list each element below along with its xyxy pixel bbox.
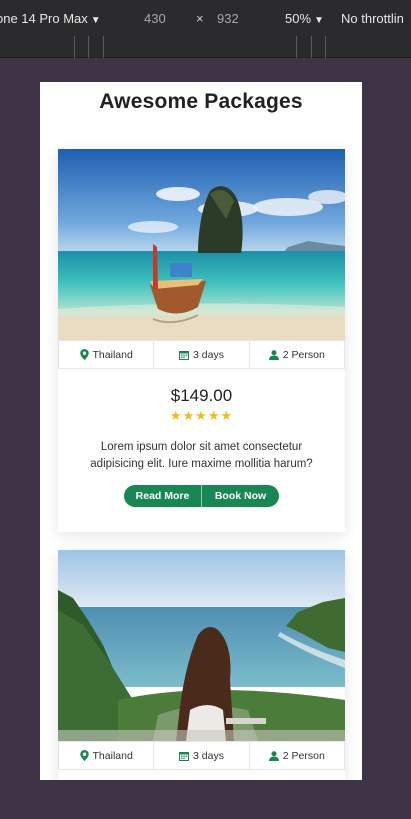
rating-stars: ★★★★★	[169, 409, 234, 424]
ruler-tick	[325, 36, 326, 58]
persons-label: 2 Person	[282, 749, 325, 762]
package-description: Lorem ipsum dolor sit amet consectetur a…	[90, 441, 313, 470]
user-icon	[268, 750, 279, 761]
ruler-tick	[103, 36, 104, 58]
package-image-boat-beach	[58, 149, 345, 340]
persons-label: 2 Person	[282, 348, 325, 361]
meta-persons: 2 Person	[250, 341, 344, 368]
duration-label: 3 days	[193, 348, 224, 361]
package-actions: Read More Book Now	[124, 485, 279, 507]
book-now-button[interactable]: Book Now	[202, 485, 279, 507]
meta-location: Thailand	[59, 742, 155, 769]
package-card: Thailand 3 days 2 Person $149.00 ★★★★★ L…	[58, 149, 345, 532]
viewport-width-input[interactable]: 430	[144, 11, 166, 27]
calendar-icon	[179, 751, 190, 761]
package-meta: Thailand 3 days 2 Person	[58, 340, 345, 369]
media-query-bar[interactable]	[0, 36, 411, 58]
package-price: $149.00	[170, 386, 233, 405]
location-label: Thailand	[92, 348, 133, 361]
caret-down-icon: ▼	[314, 15, 324, 26]
zoom-value: 50%	[285, 11, 312, 26]
map-marker-icon	[79, 349, 89, 360]
map-marker-icon	[79, 750, 89, 761]
package-meta: Thailand 3 days 2 Person	[58, 741, 345, 770]
device-viewport: Awesome Packages Thailand 3 days 2 Perso…	[40, 82, 362, 780]
read-more-button[interactable]: Read More	[124, 485, 202, 507]
package-image-woman-coast	[58, 550, 345, 741]
zoom-selector[interactable]: 50% ▼	[285, 11, 324, 29]
meta-location: Thailand	[59, 341, 155, 368]
viewport-height-input[interactable]: 932	[217, 11, 239, 27]
meta-duration: 3 days	[154, 341, 250, 368]
meta-persons: 2 Person	[250, 742, 344, 769]
ruler-tick	[74, 36, 75, 58]
throttle-selector[interactable]: No throttlin	[341, 11, 404, 27]
location-label: Thailand	[92, 749, 133, 762]
device-name: one 14 Pro Max	[0, 11, 88, 26]
calendar-icon	[179, 350, 190, 360]
user-icon	[268, 349, 279, 360]
devtools-toolbar: one 14 Pro Max ▼ 430 × 932 50% ▼ No thrott…	[0, 0, 411, 36]
ruler-tick	[296, 36, 297, 58]
page-title: Awesome Packages	[99, 90, 303, 113]
meta-duration: 3 days	[154, 742, 250, 769]
ruler-tick	[88, 36, 89, 58]
duration-label: 3 days	[193, 749, 224, 762]
dimension-separator: ×	[196, 11, 204, 26]
ruler-tick	[311, 36, 312, 58]
package-card: Thailand 3 days 2 Person	[58, 550, 345, 780]
device-selector[interactable]: one 14 Pro Max ▼	[0, 11, 101, 29]
caret-down-icon: ▼	[90, 15, 101, 26]
